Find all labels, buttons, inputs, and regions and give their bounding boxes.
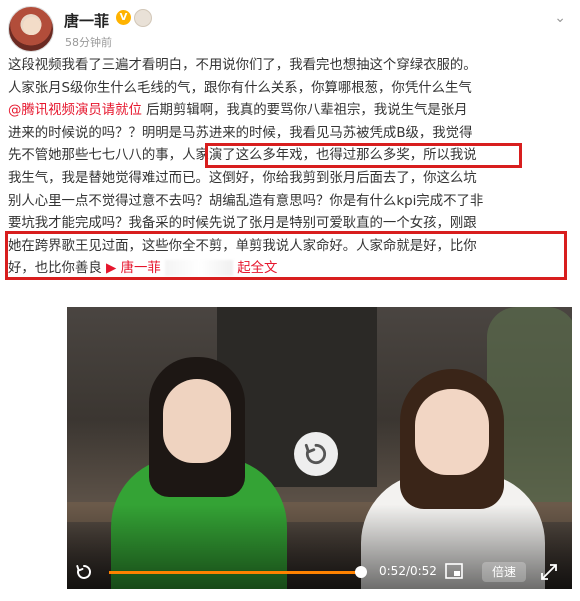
- post-text: 后期剪辑啊，我真的要骂你八辈祖宗，我说生气是张月: [141, 103, 468, 119]
- video-controls: 0:52/0:52 倍速: [67, 555, 572, 589]
- highlight-box: [5, 231, 567, 280]
- replay-small-icon[interactable]: [73, 561, 95, 583]
- chevron-down-icon[interactable]: ⌄: [554, 10, 566, 26]
- post-line: 别人心里一点不觉得过意不去吗？胡编乱造有意思吗？你是有什么kpi完成不了非: [8, 193, 484, 209]
- progress-handle[interactable]: [355, 566, 367, 578]
- highlighted-text: 明明是马苏进来的时候，我看见马苏被凭成B级，: [141, 125, 433, 141]
- progress-fill: [109, 571, 361, 574]
- progress-bar[interactable]: [109, 566, 367, 578]
- post-line: 我生气，我是替她觉得难过而已。这倒好，你给我剪到张月后面去了，你这么坑: [8, 170, 477, 186]
- author-name[interactable]: 唐一菲: [64, 10, 109, 31]
- highlight-box: [205, 143, 522, 168]
- post-line: 人家张月S级你生什么毛线的气，跟你有什么关系，你算哪根葱，你凭什么生气: [8, 80, 472, 96]
- post-line: 这段视频我看了三遍才看明白，不用说你们了，我看完也想抽这个穿绿衣服的。: [8, 58, 477, 73]
- fullscreen-icon[interactable]: [540, 563, 558, 581]
- member-badge-icon: [134, 9, 152, 27]
- post-text: 进来的时候说的吗？？: [8, 125, 142, 141]
- post-header: 唐一菲 V 58分钟前 ⌄: [8, 6, 572, 52]
- replay-icon: [304, 443, 327, 465]
- replay-button[interactable]: [294, 432, 338, 476]
- post-text: 我觉得: [432, 125, 473, 141]
- speed-button[interactable]: 倍速: [482, 562, 526, 582]
- post-line: 进来的时候说的吗？？明明是马苏进来的时候，我看见马苏被凭成B级，我觉得: [8, 123, 572, 146]
- video-player[interactable]: 0:52/0:52 倍速: [67, 307, 572, 589]
- post-timestamp: 58分钟前: [65, 36, 112, 49]
- avatar[interactable]: [8, 6, 54, 52]
- mention-link[interactable]: @腾讯视频演员请就位: [8, 103, 142, 118]
- time-display: 0:52/0:52: [379, 564, 437, 578]
- avatar-face: [23, 17, 41, 35]
- verified-badge-icon: V: [116, 10, 131, 25]
- picture-in-picture-icon[interactable]: [445, 563, 463, 579]
- post-line: @腾讯视频演员请就位 后期剪辑啊，我真的要骂你八辈祖宗，我说生气是张月: [8, 100, 572, 123]
